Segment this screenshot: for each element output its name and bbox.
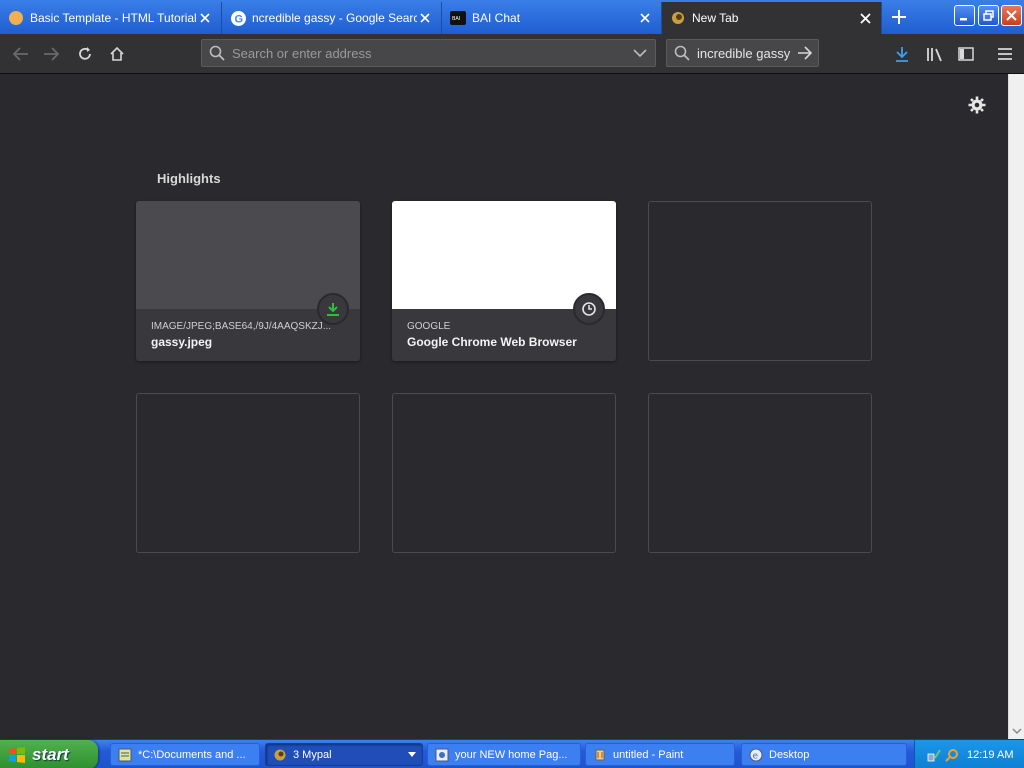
home-icon: [110, 46, 124, 61]
tab-title: ncredible gassy - Google Search: [252, 11, 417, 25]
minimize-button[interactable]: [954, 5, 975, 26]
tab-title: BAI Chat: [472, 11, 521, 25]
taskbar-item-label: your NEW home Pag...: [455, 748, 568, 761]
close-icon[interactable]: [417, 10, 433, 26]
search-icon: [202, 45, 232, 61]
system-tray: 12:19 AM: [914, 740, 1024, 768]
card-source: IMAGE/JPEG;BASE64,/9J/4AAQSKZJ...: [151, 321, 332, 332]
home-button[interactable]: [103, 40, 131, 68]
svg-text:e: e: [753, 751, 759, 761]
screen: Basic Template - HTML Tutorial G ncredib…: [0, 0, 1024, 768]
paint-icon: [592, 747, 608, 763]
taskbar-item-label: *C:\Documents and ...: [138, 748, 246, 761]
reload-icon: [79, 47, 91, 60]
library-button[interactable]: [921, 40, 949, 68]
sidebar-button[interactable]: [952, 40, 980, 68]
bai-logo-icon: BAI: [450, 10, 466, 26]
card-thumbnail: [392, 201, 616, 309]
download-icon: [896, 47, 908, 62]
vertical-scrollbar[interactable]: [1008, 74, 1024, 739]
desktop-icon: e: [748, 747, 764, 763]
empty-highlight-slot: [648, 393, 872, 553]
settings-button[interactable]: [966, 94, 988, 116]
card-thumbnail: [136, 201, 360, 309]
new-tab-page: Highlights IMAGE/JPEG;BASE64,/9J/4AAQSKZ…: [0, 74, 1008, 739]
notepad-icon: [117, 747, 133, 763]
close-icon[interactable]: [197, 10, 213, 26]
chevron-down-icon[interactable]: [625, 48, 655, 58]
window-close-button[interactable]: [1001, 5, 1022, 26]
windows-logo-icon: [9, 746, 25, 763]
orange-circle-icon: [8, 10, 24, 26]
close-icon: [1006, 10, 1017, 21]
search-icon: [667, 45, 697, 61]
tab-bai-chat[interactable]: BAI BAI Chat: [442, 2, 662, 34]
search-input[interactable]: [697, 40, 793, 66]
tab-google-search[interactable]: G ncredible gassy - Google Search: [222, 2, 442, 34]
card-source: GOOGLE: [407, 321, 451, 332]
plus-icon: [892, 10, 906, 24]
start-button[interactable]: start: [0, 740, 98, 768]
go-arrow-icon[interactable]: [793, 46, 817, 60]
menu-button[interactable]: [991, 40, 1019, 68]
tab-title: New Tab: [692, 11, 739, 25]
network-icon[interactable]: [927, 748, 941, 762]
search-icon[interactable]: [945, 748, 959, 762]
sidebar-icon: [958, 47, 974, 61]
start-label: start: [32, 744, 69, 764]
new-tab-button[interactable]: [884, 4, 914, 30]
empty-highlight-slot: [136, 393, 360, 553]
google-g-icon: G: [230, 10, 246, 26]
tab-strip: Basic Template - HTML Tutorial G ncredib…: [0, 0, 1024, 34]
forward-arrow-icon: [44, 47, 60, 61]
library-icon: [927, 48, 942, 62]
highlight-card[interactable]: GOOGLE Google Chrome Web Browser: [392, 201, 616, 361]
taskbar-item-paint[interactable]: untitled - Paint: [585, 743, 735, 766]
taskbar-item-label: 3 Mypal: [293, 748, 332, 761]
browser-page-icon: [434, 747, 450, 763]
hamburger-menu-icon: [998, 48, 1012, 60]
close-icon[interactable]: [857, 10, 873, 26]
restore-button[interactable]: [978, 5, 999, 26]
highlight-card[interactable]: IMAGE/JPEG;BASE64,/9J/4AAQSKZJ... gassy.…: [136, 201, 360, 361]
taskbar-item-home-page[interactable]: your NEW home Pag...: [427, 743, 581, 766]
navigation-toolbar: [0, 34, 1024, 74]
clock[interactable]: 12:19 AM: [967, 749, 1013, 761]
minimize-icon: [960, 18, 967, 21]
svg-text:G: G: [234, 13, 243, 25]
taskbar-item-mypal[interactable]: 3 Mypal: [265, 743, 423, 766]
card-title: gassy.jpeg: [151, 335, 213, 349]
downloads-button[interactable]: [888, 40, 916, 68]
tab-title: Basic Template - HTML Tutorial: [30, 11, 197, 25]
card-title: Google Chrome Web Browser: [407, 335, 577, 349]
reload-button[interactable]: [71, 40, 99, 68]
taskbar-item-label: Desktop: [769, 748, 810, 761]
gear-icon: [968, 96, 986, 114]
taskbar-item-desktop[interactable]: e Desktop: [741, 743, 907, 766]
scroll-down-arrow-icon[interactable]: [1009, 723, 1024, 739]
download-icon: [327, 303, 339, 316]
empty-highlight-slot: [648, 201, 872, 361]
windows-taskbar: start *C:\Documents and ... 3 Mypal your…: [0, 739, 1024, 768]
highlights-heading: Highlights: [157, 171, 221, 186]
taskbar-item-notepad[interactable]: *C:\Documents and ...: [110, 743, 260, 766]
taskbar-item-label: untitled - Paint: [613, 748, 684, 761]
mypal-icon: [272, 747, 288, 763]
chevron-down-icon: [408, 751, 416, 757]
tab-basic-template[interactable]: Basic Template - HTML Tutorial: [0, 2, 222, 34]
address-input[interactable]: [232, 40, 625, 66]
svg-text:BAI: BAI: [452, 16, 460, 22]
close-icon[interactable]: [637, 10, 653, 26]
back-arrow-icon: [12, 47, 28, 61]
restore-icon: [983, 10, 994, 21]
firefox-icon: [670, 10, 686, 26]
back-button[interactable]: [6, 40, 34, 68]
empty-highlight-slot: [392, 393, 616, 553]
tab-new-tab[interactable]: New Tab: [662, 2, 882, 34]
forward-button[interactable]: [38, 40, 66, 68]
search-bar[interactable]: [666, 39, 819, 67]
clock-icon: [582, 302, 596, 316]
address-bar[interactable]: [201, 39, 656, 67]
